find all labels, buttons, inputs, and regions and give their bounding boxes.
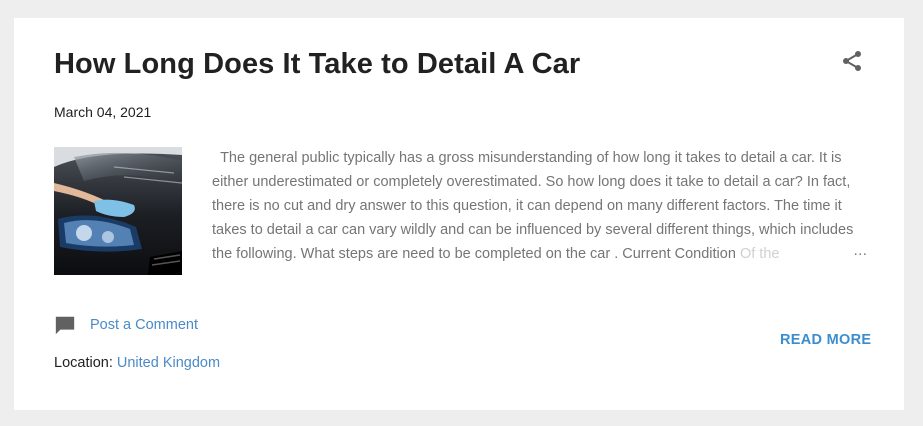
post-title[interactable]: How Long Does It Take to Detail A Car: [54, 48, 580, 81]
post-thumbnail[interactable]: [54, 147, 182, 275]
post-location: Location: United Kingdom: [54, 355, 220, 371]
post-snippet: The general public typically has a gross…: [212, 146, 864, 266]
post-snippet-fade: Of the: [739, 246, 780, 262]
snippet-ellipsis: …: [853, 243, 868, 259]
post-comment-link[interactable]: Post a Comment: [54, 314, 198, 336]
share-icon[interactable]: [840, 49, 864, 73]
comment-icon: [55, 316, 75, 335]
location-link[interactable]: United Kingdom: [117, 355, 220, 371]
post-comment-label: Post a Comment: [90, 317, 198, 333]
read-more-button[interactable]: READ MORE: [780, 332, 871, 348]
post-date: March 04, 2021: [54, 104, 152, 120]
post-card: How Long Does It Take to Detail A Car Ma…: [14, 18, 904, 410]
location-label: Location:: [54, 355, 113, 371]
